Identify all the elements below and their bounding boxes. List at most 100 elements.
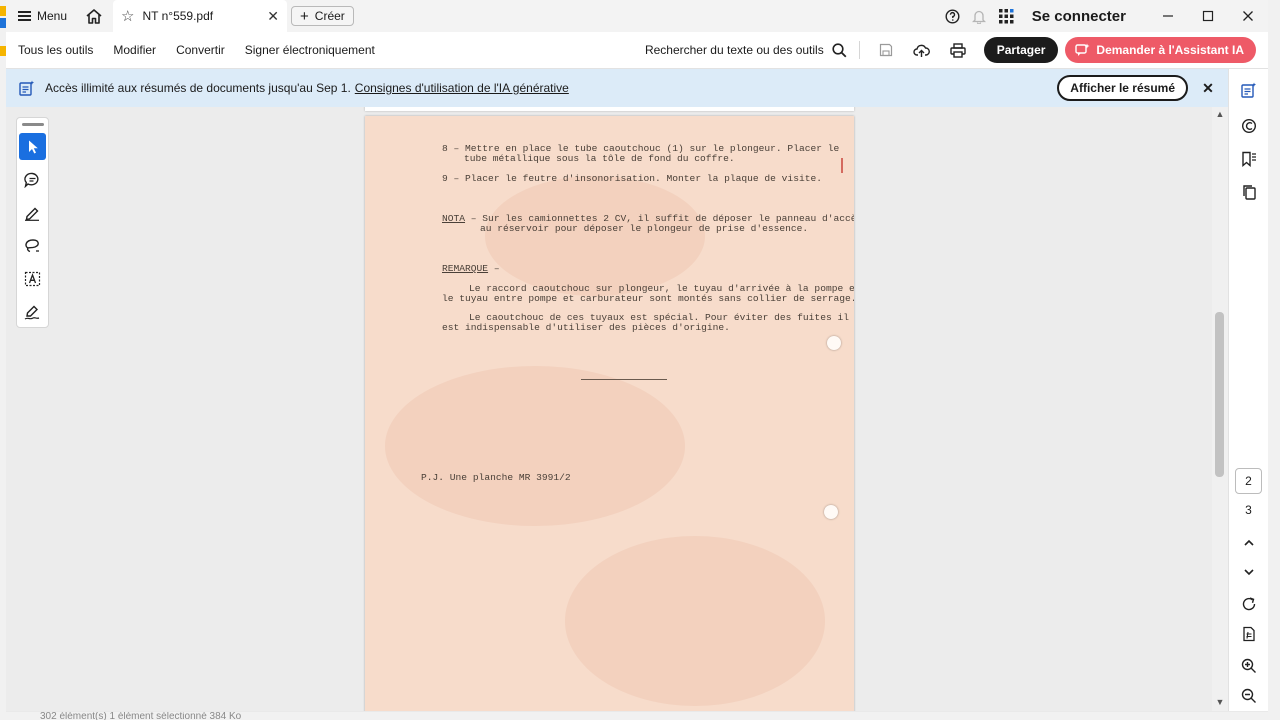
home-icon bbox=[86, 8, 102, 24]
summary-icon bbox=[1241, 82, 1257, 98]
document-tab[interactable]: ☆ NT n°559.pdf ✕ bbox=[113, 0, 288, 32]
close-window-button[interactable] bbox=[1228, 0, 1268, 32]
zoom-out-button[interactable] bbox=[1236, 683, 1262, 709]
quick-tools-panel bbox=[16, 117, 49, 328]
scroll-thumb[interactable] bbox=[1215, 312, 1224, 477]
maximize-button[interactable] bbox=[1188, 0, 1228, 32]
zoom-in-button[interactable] bbox=[1236, 653, 1262, 679]
vertical-scrollbar[interactable]: ▲ ▼ bbox=[1212, 107, 1228, 711]
minimize-icon bbox=[1163, 15, 1173, 17]
bell-icon bbox=[972, 10, 987, 24]
save-button[interactable] bbox=[868, 32, 904, 68]
previous-page-button[interactable] bbox=[1236, 530, 1262, 556]
menu-button[interactable]: Menu bbox=[6, 0, 77, 32]
edit-link[interactable]: Modifier bbox=[103, 43, 166, 57]
search-icon bbox=[832, 42, 847, 57]
cloud-upload-icon bbox=[913, 44, 931, 57]
print-button[interactable] bbox=[940, 32, 976, 68]
ai-summary-rail-button[interactable] bbox=[1236, 77, 1262, 103]
copy-pages-icon bbox=[1243, 185, 1256, 200]
notifications-button[interactable] bbox=[966, 0, 993, 32]
comment-tool-button[interactable] bbox=[19, 166, 46, 193]
minimize-button[interactable] bbox=[1148, 0, 1188, 32]
pdf-page: 8 – Mettre en place le tube caoutchouc (… bbox=[365, 116, 854, 711]
doc-line: est indispensable d'utiliser des pièces … bbox=[442, 322, 730, 333]
doc-line: au réservoir pour déposer le plongeur de… bbox=[480, 223, 809, 234]
info-banner: Accès illimité aux résumés de documents … bbox=[6, 69, 1228, 107]
draw-tool-button[interactable] bbox=[19, 232, 46, 259]
close-icon bbox=[1243, 11, 1253, 21]
text-box-icon bbox=[24, 271, 41, 286]
highlight-tool-button[interactable] bbox=[19, 199, 46, 226]
remarque-dash: – bbox=[488, 263, 500, 274]
sign-tool-button[interactable] bbox=[19, 298, 46, 325]
print-icon bbox=[950, 42, 966, 58]
upload-button[interactable] bbox=[904, 32, 940, 68]
document-viewport[interactable]: 8 – Mettre en place le tube caoutchouc (… bbox=[6, 107, 1212, 711]
star-icon[interactable]: ☆ bbox=[121, 7, 134, 25]
scroll-up-arrow[interactable]: ▲ bbox=[1214, 109, 1226, 121]
ai-assistant-button[interactable]: Demander à l'Assistant IA bbox=[1065, 37, 1256, 63]
remarque-label: REMARQUE bbox=[442, 263, 489, 274]
zoom-out-icon bbox=[1241, 688, 1256, 703]
genai-guidelines-link[interactable]: Consignes d'utilisation de l'IA générati… bbox=[355, 81, 569, 95]
plus-icon: + bbox=[300, 7, 309, 25]
doc-line: REMARQUE – bbox=[442, 263, 500, 274]
create-label: Créer bbox=[314, 9, 345, 23]
explorer-status-bar: 302 élément(s) 1 élément sélectionné 384… bbox=[0, 712, 1280, 720]
page-number-current[interactable]: 2 bbox=[1235, 468, 1262, 494]
red-ink-mark bbox=[841, 158, 843, 173]
tab-close-icon[interactable]: ✕ bbox=[267, 8, 279, 25]
esign-link[interactable]: Signer électroniquement bbox=[235, 43, 385, 57]
scroll-down-arrow[interactable]: ▼ bbox=[1214, 697, 1226, 709]
paper-stain bbox=[565, 536, 825, 706]
punch-hole bbox=[824, 505, 838, 519]
tab-title: NT n°559.pdf bbox=[142, 9, 214, 23]
acrobat-window: 302 élément(s) 1 élément sélectionné 384… bbox=[0, 0, 1280, 720]
help-button[interactable] bbox=[939, 0, 966, 32]
panel-grip[interactable] bbox=[22, 123, 44, 126]
menu-label: Menu bbox=[37, 9, 68, 23]
banner-close-icon[interactable]: ✕ bbox=[1188, 69, 1228, 107]
chevron-down-icon bbox=[1244, 569, 1254, 576]
pages-rail-button[interactable] bbox=[1236, 179, 1262, 205]
show-summary-button[interactable]: Afficher le résumé bbox=[1057, 75, 1188, 101]
paper-stain bbox=[385, 366, 685, 526]
share-button[interactable]: Partager bbox=[983, 37, 1059, 63]
convert-link[interactable]: Convertir bbox=[166, 43, 235, 57]
doc-line: 9 – Placer le feutre d'insonorisation. M… bbox=[442, 173, 822, 184]
doc-line: le tuyau entre pompe et carburateur sont… bbox=[442, 293, 854, 304]
text-tool-button[interactable] bbox=[19, 265, 46, 292]
apps-button[interactable] bbox=[993, 0, 1020, 32]
status-text: 302 élément(s) 1 élément sélectionné 384… bbox=[40, 712, 242, 720]
cursor-arrow-icon bbox=[28, 140, 38, 153]
rotate-icon bbox=[1242, 597, 1256, 611]
all-tools-link[interactable]: Tous les outils bbox=[6, 43, 103, 57]
title-bar: Menu ☆ NT n°559.pdf ✕ + Créer Se connect… bbox=[6, 0, 1268, 32]
zoom-in-icon bbox=[1241, 658, 1256, 673]
hamburger-icon bbox=[18, 11, 31, 21]
home-button[interactable] bbox=[77, 0, 111, 32]
ai-assistant-icon bbox=[1075, 43, 1090, 56]
search-text-label: Rechercher du texte ou des outils bbox=[644, 43, 824, 57]
select-tool-button[interactable] bbox=[19, 133, 46, 160]
page-size-button[interactable] bbox=[1236, 621, 1262, 647]
sign-in-link[interactable]: Se connecter bbox=[1032, 8, 1126, 25]
banner-message: Accès illimité aux résumés de documents … bbox=[45, 81, 351, 95]
desktop-strip-right bbox=[1268, 0, 1280, 720]
search-tools[interactable]: Rechercher du texte ou des outils bbox=[644, 42, 847, 58]
create-button[interactable]: + Créer bbox=[291, 6, 354, 26]
page-number-next[interactable]: 3 bbox=[1235, 497, 1262, 523]
bookmarks-rail-button[interactable] bbox=[1236, 146, 1262, 172]
comments-icon bbox=[1241, 118, 1257, 134]
bookmark-icon bbox=[1242, 151, 1256, 167]
doc-line: P.J. Une planche MR 3991/2 bbox=[421, 472, 571, 483]
save-icon bbox=[879, 43, 892, 57]
signature-pen-icon bbox=[24, 305, 40, 320]
rotate-button[interactable] bbox=[1236, 591, 1262, 617]
right-rail: 2 3 bbox=[1228, 69, 1268, 711]
page-info-icon bbox=[1243, 626, 1255, 642]
comments-rail-button[interactable] bbox=[1236, 113, 1262, 139]
next-page-button[interactable] bbox=[1236, 559, 1262, 585]
toolbar-separator bbox=[858, 41, 860, 59]
